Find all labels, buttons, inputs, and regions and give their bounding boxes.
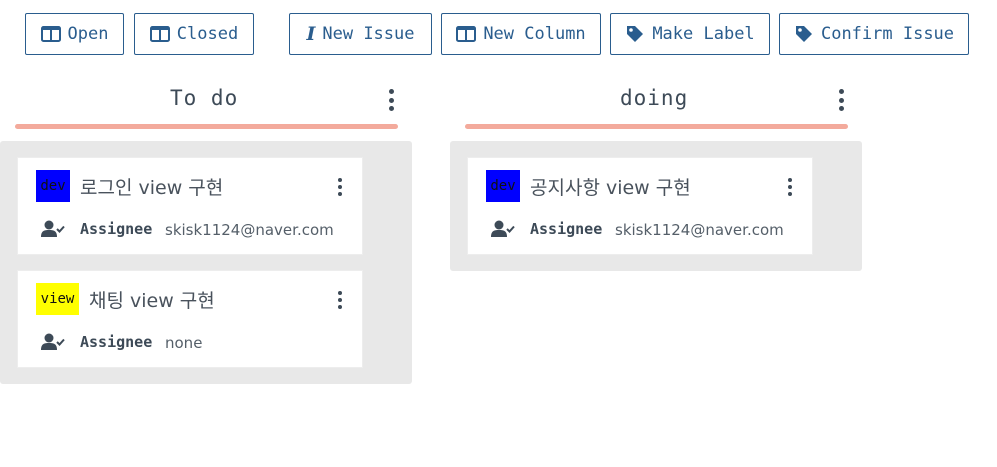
columns-icon [456,26,477,42]
column-underline-doing [465,124,848,129]
issue-card[interactable]: view 채팅 view 구현 Assignee none [17,270,363,368]
open-button[interactable]: Open [25,13,124,55]
confirm-issue-button[interactable]: Confirm Issue [779,13,969,55]
issue-menu[interactable] [334,178,346,196]
column-menu-doing[interactable] [835,89,847,111]
label-badge-dev: dev [486,170,520,202]
issue-card[interactable]: dev 로그인 view 구현 Assignee skisk1124@naver… [17,157,363,255]
column-underline-todo [15,124,398,129]
label-badge-dev: dev [36,170,70,202]
user-check-icon [491,220,515,237]
column-title-doing: doing [620,86,689,110]
issue-menu[interactable] [784,178,796,196]
vertical-ellipsis-icon [338,178,342,182]
columns-icon [40,26,61,42]
new-column-button-label: New Column [483,24,586,44]
open-button-label: Open [67,24,109,44]
assignee-value: skisk1124@naver.com [615,221,784,239]
new-column-button[interactable]: New Column [441,13,601,55]
toolbar: Open Closed I New Issue New Column Make … [0,0,997,60]
new-issue-button[interactable]: I New Issue [289,13,432,55]
column-menu-todo[interactable] [385,89,397,111]
assignee-value: none [165,334,203,352]
assignee-label: Assignee [530,220,603,238]
new-issue-button-label: New Issue [322,24,415,44]
issue-title: 공지사항 view 구현 [530,177,691,199]
make-label-button-label: Make Label [652,24,755,44]
tag-icon [627,26,644,42]
user-check-icon [41,333,65,350]
closed-button-label: Closed [176,24,239,44]
column-lane-todo: dev 로그인 view 구현 Assignee skisk1124@naver… [0,141,412,384]
assignee-value: skisk1124@naver.com [165,221,334,239]
vertical-ellipsis-icon [338,291,342,295]
label-badge-view: view [36,283,79,315]
make-label-button[interactable]: Make Label [610,13,770,55]
vertical-ellipsis-icon [788,178,792,182]
column-lane-doing: dev 공지사항 view 구현 Assignee skisk1124@nave… [450,141,862,271]
columns-icon [149,26,170,42]
assignee-label: Assignee [80,220,153,238]
closed-button[interactable]: Closed [134,13,254,55]
assignee-label: Assignee [80,333,153,351]
confirm-issue-button-label: Confirm Issue [820,24,955,44]
issue-title: 로그인 view 구현 [80,177,224,199]
i-cursor-icon: I [306,22,316,45]
vertical-ellipsis-icon [388,89,394,94]
vertical-ellipsis-icon [838,89,844,94]
user-check-icon [41,220,65,237]
issue-title: 채팅 view 구현 [89,290,215,312]
tag-icon [795,26,812,42]
issue-menu[interactable] [334,291,346,309]
column-title-todo: To do [170,86,239,110]
issue-card[interactable]: dev 공지사항 view 구현 Assignee skisk1124@nave… [467,157,813,255]
